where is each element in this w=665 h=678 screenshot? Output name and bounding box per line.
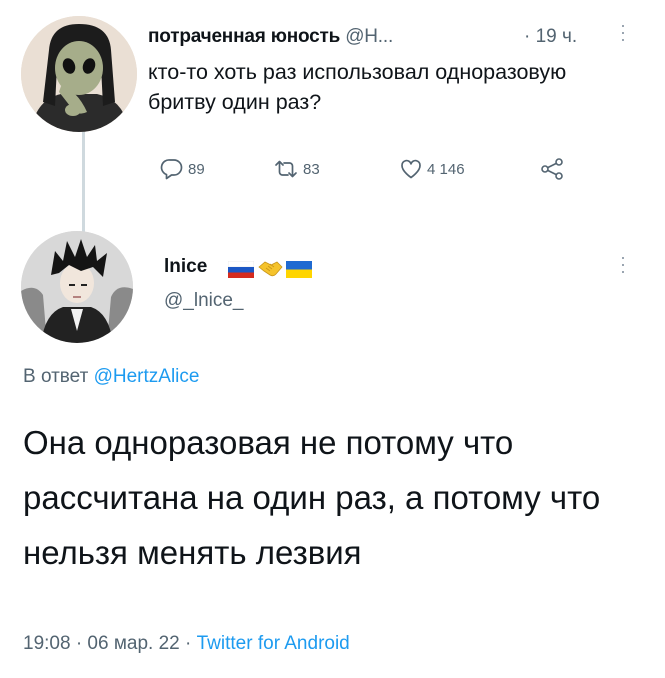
share-action[interactable] xyxy=(540,157,566,181)
more-options-icon[interactable]: · · · xyxy=(618,16,628,48)
replied-handle[interactable]: @Н... xyxy=(345,26,393,47)
alien-avatar-image xyxy=(21,16,137,132)
replied-tweet-header: потраченная юность @Н... xyxy=(148,26,393,48)
thread-connector-line xyxy=(82,116,85,234)
anime-avatar-image xyxy=(21,231,133,343)
reply-context: В ответ @HertzAlice xyxy=(23,366,199,388)
main-display-name[interactable]: lnice xyxy=(164,256,207,278)
russia-flag-icon xyxy=(228,260,254,278)
tweet-client-link[interactable]: Twitter for Android xyxy=(197,633,350,654)
handshake-emoji-icon xyxy=(258,261,283,277)
reply-mention-link[interactable]: @HertzAlice xyxy=(94,366,200,387)
tweet-metadata: 19:08 · 06 мар. 22 · Twitter for Android xyxy=(23,633,350,655)
main-handle[interactable]: @_lnice_ xyxy=(164,290,244,312)
heart-icon xyxy=(401,159,421,179)
name-emoji-flags xyxy=(228,260,312,278)
reply-prefix: В ответ xyxy=(23,366,94,387)
retweet-icon xyxy=(275,160,297,178)
avatar[interactable] xyxy=(21,16,137,132)
main-tweet-text: Она одноразовая не потому что рассчитана… xyxy=(23,424,601,571)
reply-count: 89 xyxy=(188,160,205,178)
avatar[interactable] xyxy=(21,231,133,343)
reply-action[interactable]: 89 xyxy=(160,157,205,181)
reply-icon xyxy=(160,159,183,180)
replied-display-name[interactable]: потраченная юность xyxy=(148,26,340,47)
retweet-count: 83 xyxy=(303,160,320,178)
retweet-action[interactable]: 83 xyxy=(273,157,320,181)
share-icon xyxy=(541,158,563,180)
like-count: 4 146 xyxy=(427,160,465,178)
tweet-actions: 89 83 4 146 xyxy=(148,157,608,185)
replied-tweet-time[interactable]: · 19 ч. xyxy=(524,26,577,48)
ukraine-flag-icon xyxy=(286,260,312,278)
like-action[interactable]: 4 146 xyxy=(399,157,465,181)
replied-tweet-text: кто-то хоть раз использовал одноразовую … xyxy=(148,60,567,114)
more-options-icon[interactable]: · · · xyxy=(618,248,628,280)
tweet-timestamp[interactable]: 19:08 · 06 мар. 22 · xyxy=(23,633,197,654)
